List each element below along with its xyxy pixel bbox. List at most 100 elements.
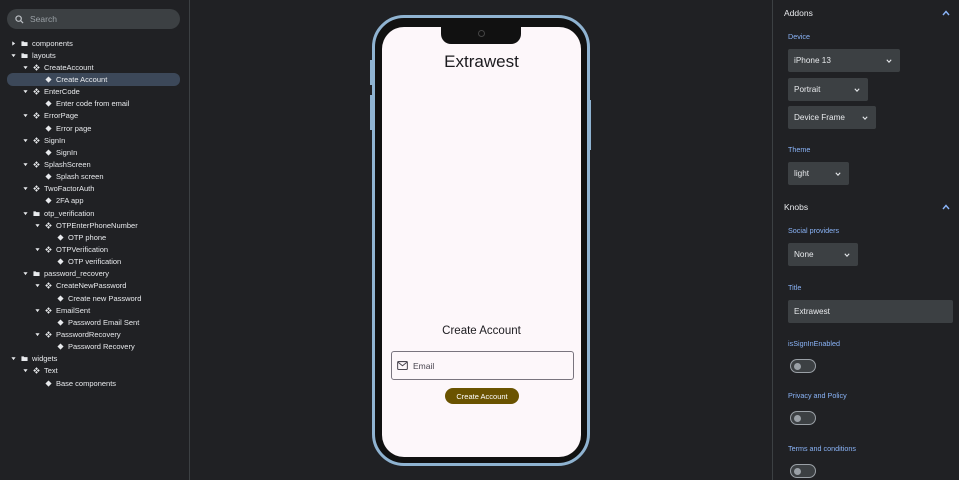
tree-item-label: Splash screen <box>56 172 104 182</box>
tree-item-label: 2FA app <box>56 196 84 206</box>
title-input[interactable]: Extrawest <box>788 300 953 323</box>
caret-right-icon[interactable] <box>9 39 17 47</box>
caret-spacer <box>45 343 53 351</box>
terms-toggle[interactable] <box>790 464 816 478</box>
tree-story-item[interactable]: Splash screen <box>0 171 190 183</box>
tree-group-item[interactable]: Text <box>0 365 190 377</box>
terms-label: Terms and conditions <box>788 444 856 453</box>
tree-group-item[interactable]: layouts <box>0 49 190 61</box>
tree-group-item[interactable]: OTPEnterPhoneNumber <box>0 219 190 231</box>
signin-enabled-label: isSignInEnabled <box>788 339 840 348</box>
preview-canvas: Extrawest Create Account Email Create Ac… <box>191 0 771 480</box>
tree-story-item[interactable]: Base components <box>0 377 190 389</box>
tree-group-item[interactable]: otp_verification <box>0 207 190 219</box>
tree-item-label: CreateNewPassword <box>56 281 127 291</box>
phone-side-button <box>370 95 372 130</box>
tree-item-label: SignIn <box>44 135 66 145</box>
search-input[interactable]: Search <box>30 14 57 24</box>
tree-item-label: Create Account <box>56 74 108 84</box>
tree-story-item[interactable]: Enter code from email <box>0 98 190 110</box>
tree-item-label: Password Recovery <box>68 342 135 352</box>
caret-down-icon[interactable] <box>21 160 29 168</box>
chevron-up-icon[interactable] <box>942 9 950 17</box>
caret-down-icon[interactable] <box>33 306 41 314</box>
device-select[interactable]: iPhone 13 <box>788 49 900 72</box>
caret-down-icon[interactable] <box>33 330 41 338</box>
email-field[interactable]: Email <box>391 351 574 380</box>
tree-story-item[interactable]: OTP verification <box>0 256 190 268</box>
tree-group-item[interactable]: CreateNewPassword <box>0 280 190 292</box>
caret-down-icon[interactable] <box>9 355 17 363</box>
tree-group-item[interactable]: PasswordRecovery <box>0 328 190 340</box>
caret-spacer <box>33 148 41 156</box>
device-label: Device <box>788 32 810 41</box>
tree-group-item[interactable]: components <box>0 37 190 49</box>
caret-down-icon[interactable] <box>33 282 41 290</box>
tree-group-item[interactable]: SplashScreen <box>0 158 190 170</box>
tree-item-label: Password Email Sent <box>68 317 140 327</box>
tree-group-item[interactable]: EnterCode <box>0 86 190 98</box>
tree-story-item[interactable]: 2FA app <box>0 195 190 207</box>
device-notch <box>441 27 521 44</box>
tree-group-item[interactable]: CreateAccount <box>0 61 190 73</box>
tree-story-item[interactable]: SignIn <box>0 146 190 158</box>
privacy-policy-toggle[interactable] <box>790 411 816 425</box>
tree-story-item[interactable]: Password Email Sent <box>0 316 190 328</box>
tree-group-item[interactable]: OTPVerification <box>0 243 190 255</box>
tree-story-item[interactable]: OTP phone <box>0 231 190 243</box>
caret-down-icon[interactable] <box>21 63 29 71</box>
create-account-button[interactable]: Create Account <box>445 388 519 404</box>
tree-story-item[interactable]: Password Recovery <box>0 341 190 353</box>
email-placeholder: Email <box>413 360 435 371</box>
tree-story-item[interactable]: Create Account <box>7 73 180 86</box>
caret-down-icon[interactable] <box>21 185 29 193</box>
chevron-down-icon <box>835 171 841 176</box>
tree-item-label: PasswordRecovery <box>56 329 121 339</box>
story-icon <box>44 379 52 387</box>
phone-side-button <box>589 100 591 150</box>
tree-group-item[interactable]: SignIn <box>0 134 190 146</box>
tree-item-label: layouts <box>32 50 56 60</box>
caret-down-icon[interactable] <box>21 88 29 96</box>
caret-down-icon[interactable] <box>21 209 29 217</box>
signin-enabled-toggle[interactable] <box>790 359 816 373</box>
social-providers-select[interactable]: None <box>788 243 858 266</box>
frame-select[interactable]: Device Frame <box>788 106 876 129</box>
tree-group-item[interactable]: EmailSent <box>0 304 190 316</box>
caret-down-icon[interactable] <box>21 270 29 278</box>
tree-story-item[interactable]: Error page <box>0 122 190 134</box>
chevron-down-icon <box>854 87 860 92</box>
caret-spacer <box>45 318 53 326</box>
tree-item-label: password_recovery <box>44 269 110 279</box>
orientation-select[interactable]: Portrait <box>788 78 868 101</box>
tree-group-item[interactable]: widgets <box>0 353 190 365</box>
caret-down-icon[interactable] <box>33 245 41 253</box>
sidebar: Search components layouts CreateAccount Cre… <box>0 0 190 480</box>
tree-item-label: widgets <box>32 354 58 364</box>
tree-group-item[interactable]: TwoFactorAuth <box>0 183 190 195</box>
tree-story-item[interactable]: Create new Password <box>0 292 190 304</box>
tree-item-label: Text <box>44 366 58 376</box>
folder-icon <box>32 270 40 278</box>
story-icon <box>56 318 64 326</box>
tree-item-label: Enter code from email <box>56 99 130 109</box>
tree-item-label: Base components <box>56 378 117 388</box>
caret-down-icon[interactable] <box>33 221 41 229</box>
caret-down-icon[interactable] <box>21 136 29 144</box>
caret-down-icon[interactable] <box>9 51 17 59</box>
privacy-policy-label: Privacy and Policy <box>788 391 847 400</box>
tree-item-label: SignIn <box>56 147 78 157</box>
tree-item-label: components <box>32 38 73 48</box>
caret-down-icon[interactable] <box>21 367 29 375</box>
chevron-up-icon[interactable] <box>942 203 950 211</box>
tree-item-label: CreateAccount <box>44 62 94 72</box>
device-screen: Extrawest Create Account Email Create Ac… <box>382 27 581 457</box>
tree-group-item[interactable]: password_recovery <box>0 268 190 280</box>
theme-select[interactable]: light <box>788 162 849 185</box>
orientation-select-value: Portrait <box>794 85 821 94</box>
caret-down-icon[interactable] <box>21 112 29 120</box>
tree-item-label: OTP verification <box>68 257 122 267</box>
tree-group-item[interactable]: ErrorPage <box>0 110 190 122</box>
story-icon <box>56 233 64 241</box>
search-bar[interactable]: Search <box>7 9 180 29</box>
